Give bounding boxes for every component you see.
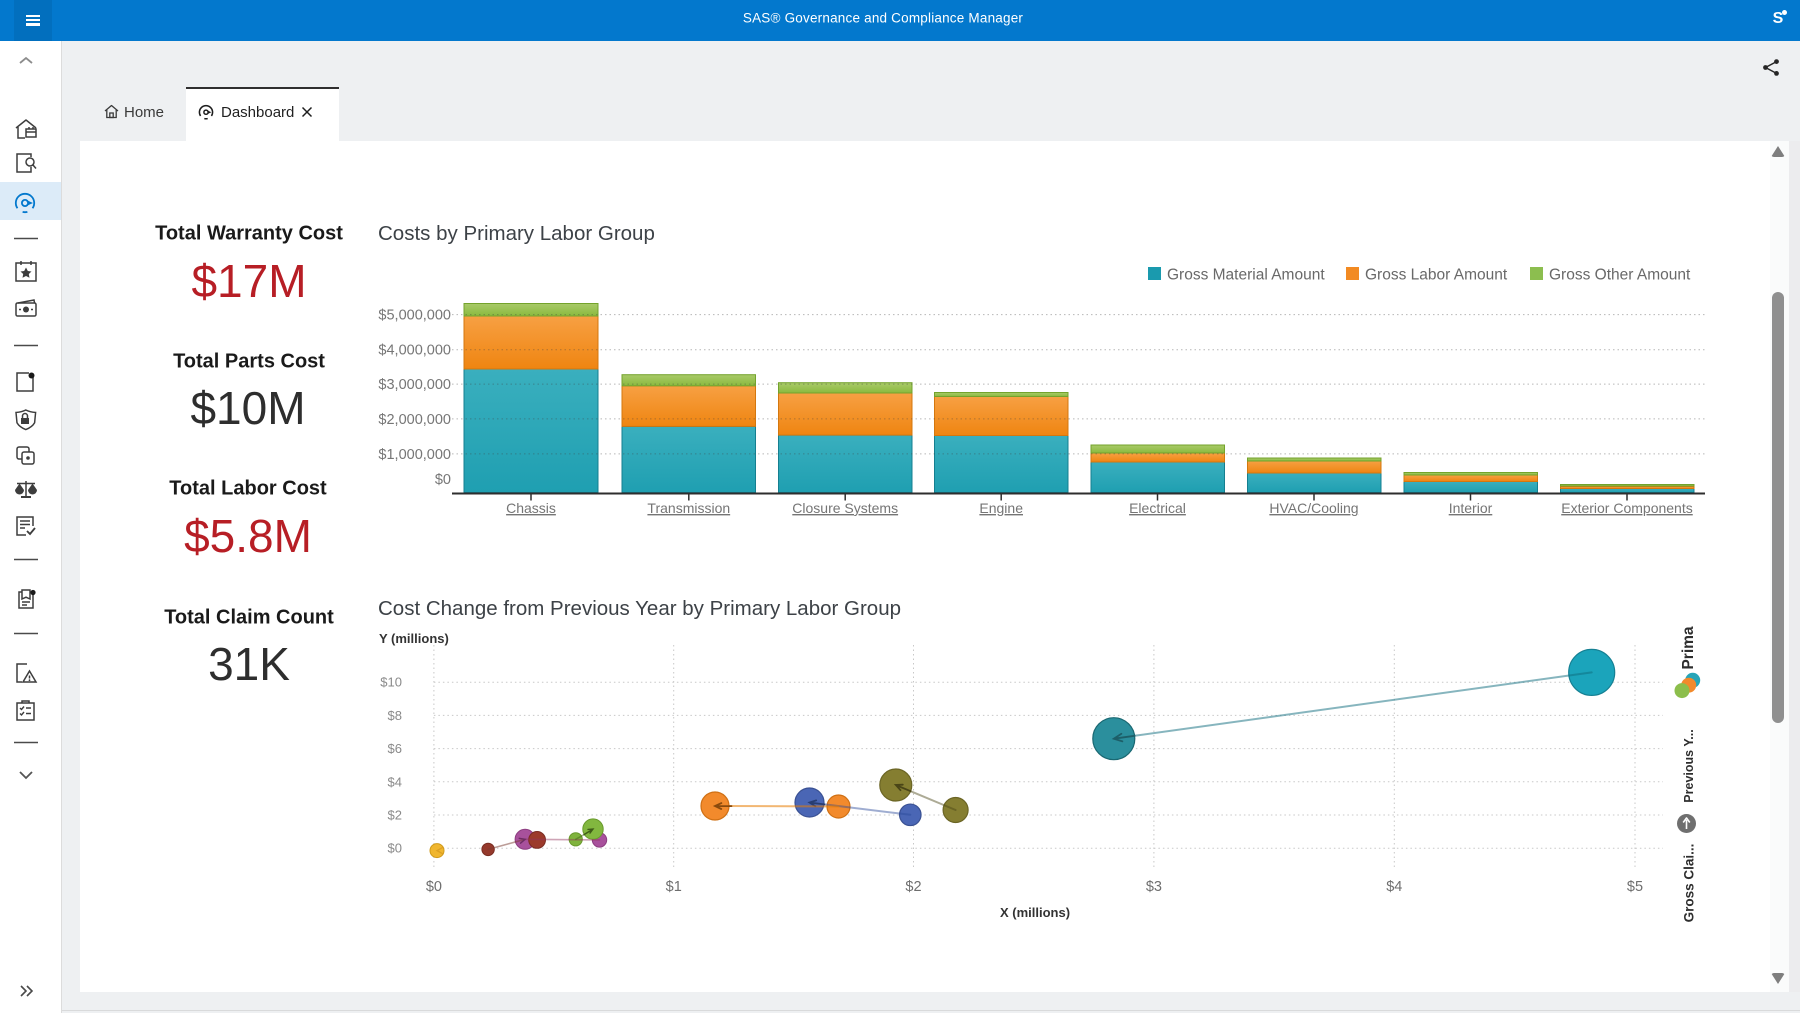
svg-text:Interior: Interior (1449, 500, 1493, 516)
svg-text:$5: $5 (1627, 879, 1643, 895)
svg-text:$6: $6 (388, 741, 402, 756)
svg-text:Exterior Components: Exterior Components (1561, 500, 1693, 516)
svg-text:$4: $4 (388, 774, 402, 789)
svg-text:$10: $10 (380, 675, 402, 690)
svg-text:$1,000,000: $1,000,000 (378, 447, 451, 463)
svg-text:Transmission: Transmission (647, 500, 730, 516)
svg-text:$2: $2 (388, 808, 402, 823)
svg-text:Electrical: Electrical (1129, 500, 1186, 516)
svg-text:$4,000,000: $4,000,000 (378, 343, 451, 359)
svg-text:$3,000,000: $3,000,000 (378, 377, 451, 393)
svg-text:Gross Labor Amount: Gross Labor Amount (1365, 267, 1508, 284)
svg-text:$2,000,000: $2,000,000 (378, 412, 451, 428)
svg-text:HVAC/Cooling: HVAC/Cooling (1269, 500, 1358, 516)
svg-text:Engine: Engine (979, 500, 1023, 516)
svg-text:Gross Other Amount: Gross Other Amount (1549, 267, 1691, 284)
svg-text:$8: $8 (388, 708, 402, 723)
svg-text:$5,000,000: $5,000,000 (378, 308, 451, 324)
svg-text:X (millions): X (millions) (1000, 905, 1070, 920)
svg-text:$4: $4 (1386, 879, 1402, 895)
svg-text:$0: $0 (426, 879, 442, 895)
svg-text:$0: $0 (388, 841, 402, 856)
svg-text:Gross Material Amount: Gross Material Amount (1167, 267, 1325, 284)
svg-text:$0: $0 (435, 472, 451, 488)
svg-text:$2: $2 (905, 879, 921, 895)
svg-text:$1: $1 (666, 879, 682, 895)
svg-text:$3: $3 (1146, 879, 1162, 895)
svg-text:Chassis: Chassis (506, 500, 556, 516)
svg-text:Closure Systems: Closure Systems (792, 500, 898, 516)
